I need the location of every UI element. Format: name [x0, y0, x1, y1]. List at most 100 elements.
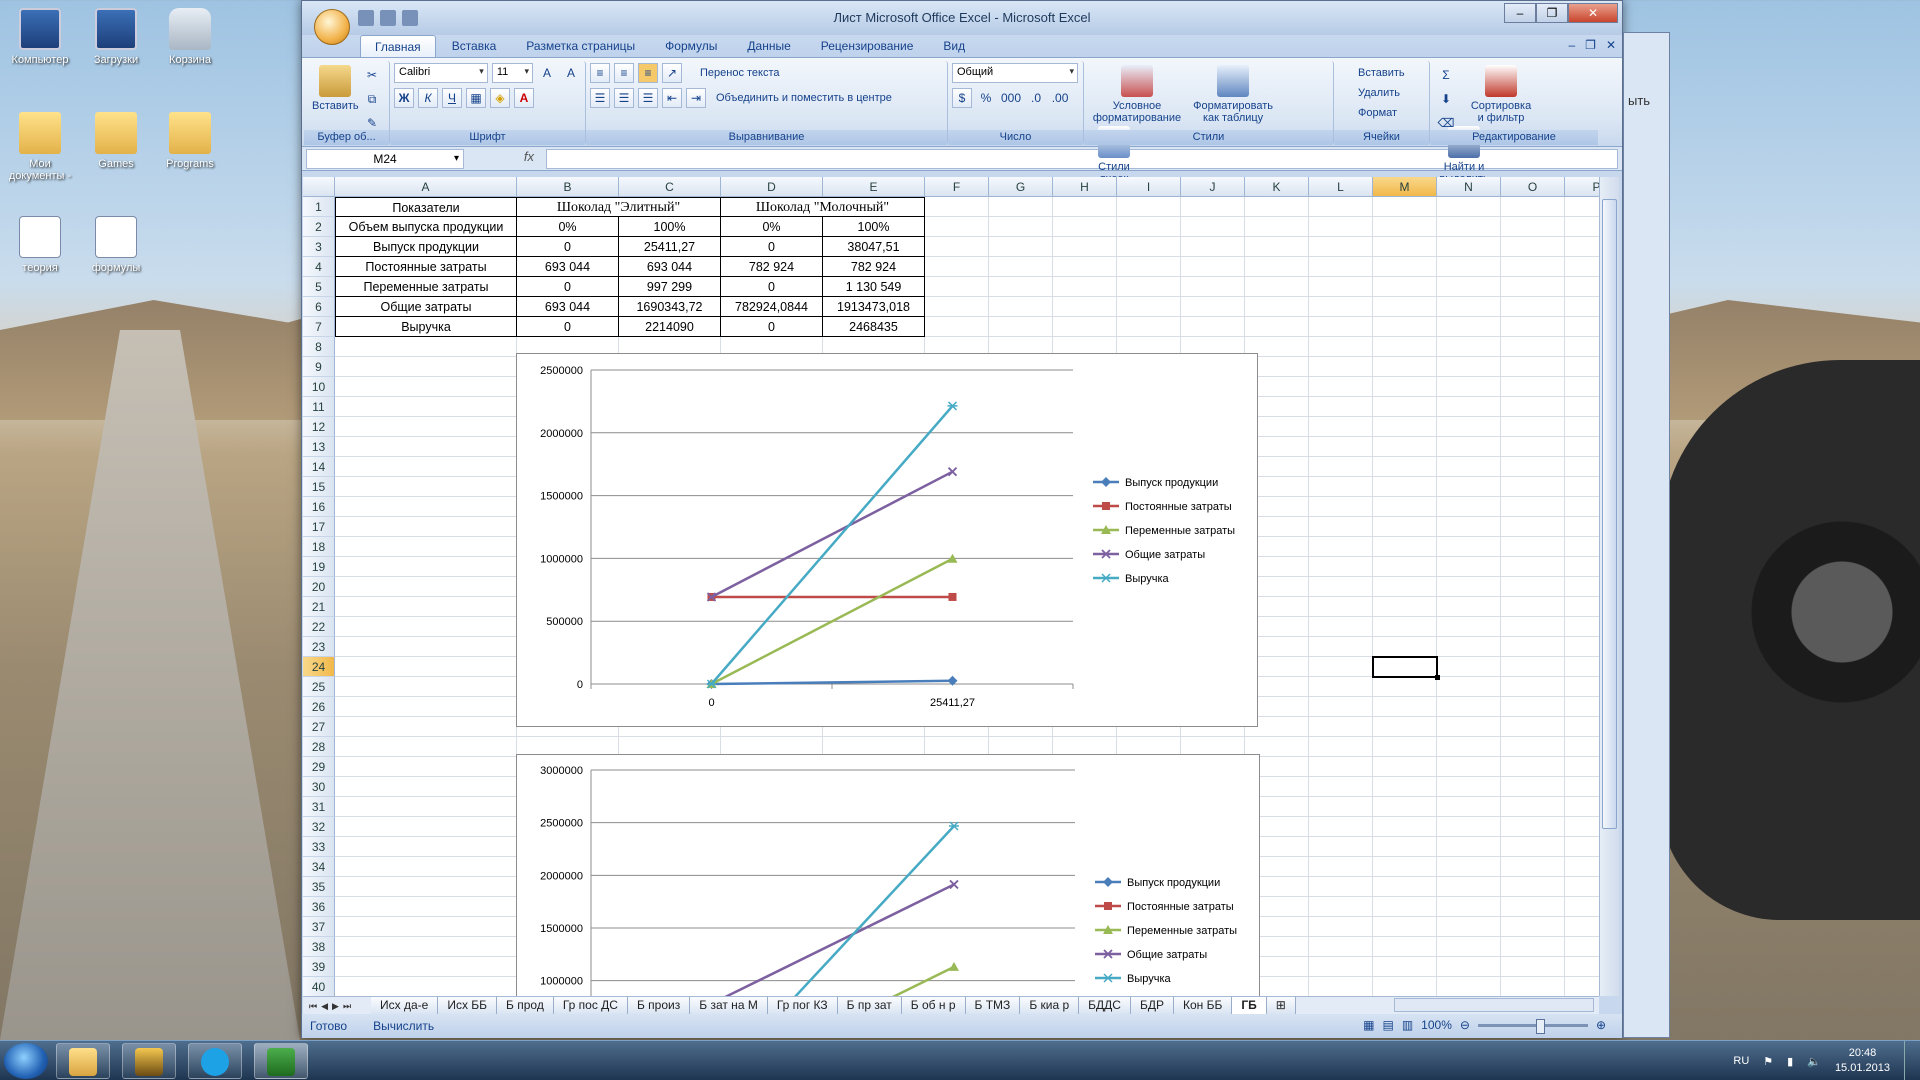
row-header-24[interactable]: 24	[303, 657, 335, 677]
column-header-E[interactable]: E	[823, 177, 925, 197]
column-header-F[interactable]: F	[925, 177, 989, 197]
table-cell[interactable]: 693 044	[619, 257, 721, 277]
page-layout-icon[interactable]: ▤	[1382, 1018, 1393, 1032]
row-header-35[interactable]: 35	[303, 877, 335, 897]
align-middle-icon[interactable]: ≡	[614, 63, 634, 83]
sheet-tab[interactable]: Б об н р	[901, 996, 966, 1015]
decrease-decimal-icon[interactable]: .00	[1050, 88, 1070, 108]
sheet-tab[interactable]: БДДС	[1079, 996, 1131, 1015]
row-header-31[interactable]: 31	[303, 797, 335, 817]
worksheet-grid[interactable]: A B C D E F G H I J K L M N O P 1 2 3 4 5 6 7 8 9 10 11 12 13 14 15 16 1…	[303, 177, 1599, 996]
row-header-8[interactable]: 8	[303, 337, 335, 357]
taskbar-winamp[interactable]	[122, 1043, 176, 1079]
column-header-G[interactable]: G	[989, 177, 1053, 197]
table-cell[interactable]: 1690343,72	[619, 297, 721, 317]
table-cell[interactable]: Постоянные затраты	[335, 257, 517, 277]
table-cell[interactable]: Объем выпуска продукции	[335, 217, 517, 237]
column-header-I[interactable]: I	[1117, 177, 1181, 197]
row-header-29[interactable]: 29	[303, 757, 335, 777]
zoom-slider[interactable]	[1477, 1018, 1588, 1034]
table-cell[interactable]: 0%	[517, 217, 619, 237]
sheet-tab[interactable]: Гр пог КЗ	[767, 996, 838, 1015]
row-header-3[interactable]: 3	[303, 237, 335, 257]
vertical-scrollbar[interactable]	[1599, 177, 1619, 996]
column-header-P[interactable]: P	[1565, 177, 1599, 197]
desktop-icon-bin[interactable]: Корзина	[150, 8, 230, 66]
desktop-icon-folder[interactable]: Мои документы -	[0, 112, 80, 182]
number-format-select[interactable]: Общий	[952, 63, 1078, 83]
row-header-15[interactable]: 15	[303, 477, 335, 497]
sheet-tab[interactable]: Гр пос ДС	[553, 996, 628, 1015]
orientation-icon[interactable]: ↗	[662, 63, 682, 83]
column-header-D[interactable]: D	[721, 177, 823, 197]
doc-close-button[interactable]: ✕	[1606, 38, 1616, 52]
column-header-A[interactable]: A	[335, 177, 517, 197]
autosum-icon[interactable]: Σ	[1436, 65, 1456, 85]
row-header-6[interactable]: 6	[303, 297, 335, 317]
zoom-out-icon[interactable]: ⊖	[1460, 1018, 1470, 1032]
table-cell[interactable]: Общие затраты	[335, 297, 517, 317]
underline-button[interactable]: Ч	[442, 88, 462, 108]
zoom-in-icon[interactable]: ⊕	[1596, 1018, 1606, 1032]
table-cell[interactable]: Показатели	[335, 197, 517, 217]
row-header-26[interactable]: 26	[303, 697, 335, 717]
column-header-L[interactable]: L	[1309, 177, 1373, 197]
fill-color-icon[interactable]: ◈	[490, 88, 510, 108]
table-cell[interactable]: Переменные затраты	[335, 277, 517, 297]
maximize-button[interactable]: ❐	[1536, 3, 1568, 23]
status-calc[interactable]: Вычислить	[373, 1019, 434, 1033]
desktop-icon-computer[interactable]: Загрузки	[76, 8, 156, 66]
fill-icon[interactable]: ⬇	[1436, 89, 1456, 109]
table-cell[interactable]: 782 924	[721, 257, 823, 277]
table-cell[interactable]: 1 130 549	[823, 277, 925, 297]
table-cell[interactable]: 997 299	[619, 277, 721, 297]
row-header-14[interactable]: 14	[303, 457, 335, 477]
tab-4[interactable]: Данные	[733, 35, 804, 57]
font-color-icon[interactable]: A	[514, 88, 534, 108]
format-as-table-button[interactable]: Форматировать как таблицу	[1193, 63, 1273, 124]
align-center-icon[interactable]: ☰	[614, 88, 634, 108]
desktop-icon-doc[interactable]: формулы	[76, 216, 156, 274]
next-sheet-icon[interactable]: ▶	[332, 997, 339, 1015]
delete-cells-button[interactable]: Удалить	[1338, 83, 1425, 103]
bold-button[interactable]: Ж	[394, 88, 414, 108]
row-header-27[interactable]: 27	[303, 717, 335, 737]
row-header-34[interactable]: 34	[303, 857, 335, 877]
table-cell[interactable]: 0%	[721, 217, 823, 237]
row-header-40[interactable]: 40	[303, 977, 335, 996]
row-header-13[interactable]: 13	[303, 437, 335, 457]
column-header-K[interactable]: K	[1245, 177, 1309, 197]
minimize-button[interactable]: –	[1504, 3, 1536, 23]
font-size-select[interactable]: 11	[491, 63, 533, 83]
table-cell[interactable]: Шоколад "Молочный"	[721, 197, 925, 217]
insert-cells-button[interactable]: Вставить	[1338, 63, 1425, 83]
normal-view-icon[interactable]: ▦	[1363, 1018, 1374, 1032]
table-cell[interactable]: 1913473,018	[823, 297, 925, 317]
insert-sheet-icon[interactable]: ⊞	[1266, 996, 1296, 1015]
table-cell[interactable]: 2214090	[619, 317, 721, 337]
row-header-19[interactable]: 19	[303, 557, 335, 577]
sheet-tab[interactable]: Б киа р	[1020, 996, 1080, 1015]
row-header-38[interactable]: 38	[303, 937, 335, 957]
tab-6[interactable]: Вид	[929, 35, 979, 57]
row-header-4[interactable]: 4	[303, 257, 335, 277]
sheet-tab[interactable]: Кон ББ	[1173, 996, 1233, 1015]
desktop-icon-computer[interactable]: Компьютер	[0, 8, 80, 66]
table-cell[interactable]: Шоколад "Элитный"	[517, 197, 721, 217]
cut-icon[interactable]: ✂	[362, 65, 382, 85]
font-name-select[interactable]: Calibri	[394, 63, 488, 83]
grow-font-icon[interactable]: A	[537, 63, 557, 83]
row-header-1[interactable]: 1	[303, 197, 335, 217]
horizontal-scrollbar[interactable]	[1394, 998, 1594, 1012]
align-bottom-icon[interactable]: ≡	[638, 63, 658, 83]
last-sheet-icon[interactable]: ⏭	[343, 997, 351, 1015]
row-header-33[interactable]: 33	[303, 837, 335, 857]
chart-elitny[interactable]: 0 500000 1000000 1500000 2000000 2500000 0 2541…	[516, 353, 1258, 727]
network-icon[interactable]: ▮	[1787, 1055, 1793, 1068]
prev-sheet-icon[interactable]: ◀	[321, 997, 328, 1015]
sheet-tab[interactable]: БДР	[1130, 996, 1174, 1015]
row-header-21[interactable]: 21	[303, 597, 335, 617]
table-cell[interactable]: 0	[721, 237, 823, 257]
row-header-20[interactable]: 20	[303, 577, 335, 597]
doc-restore-button[interactable]: ❐	[1585, 38, 1596, 52]
